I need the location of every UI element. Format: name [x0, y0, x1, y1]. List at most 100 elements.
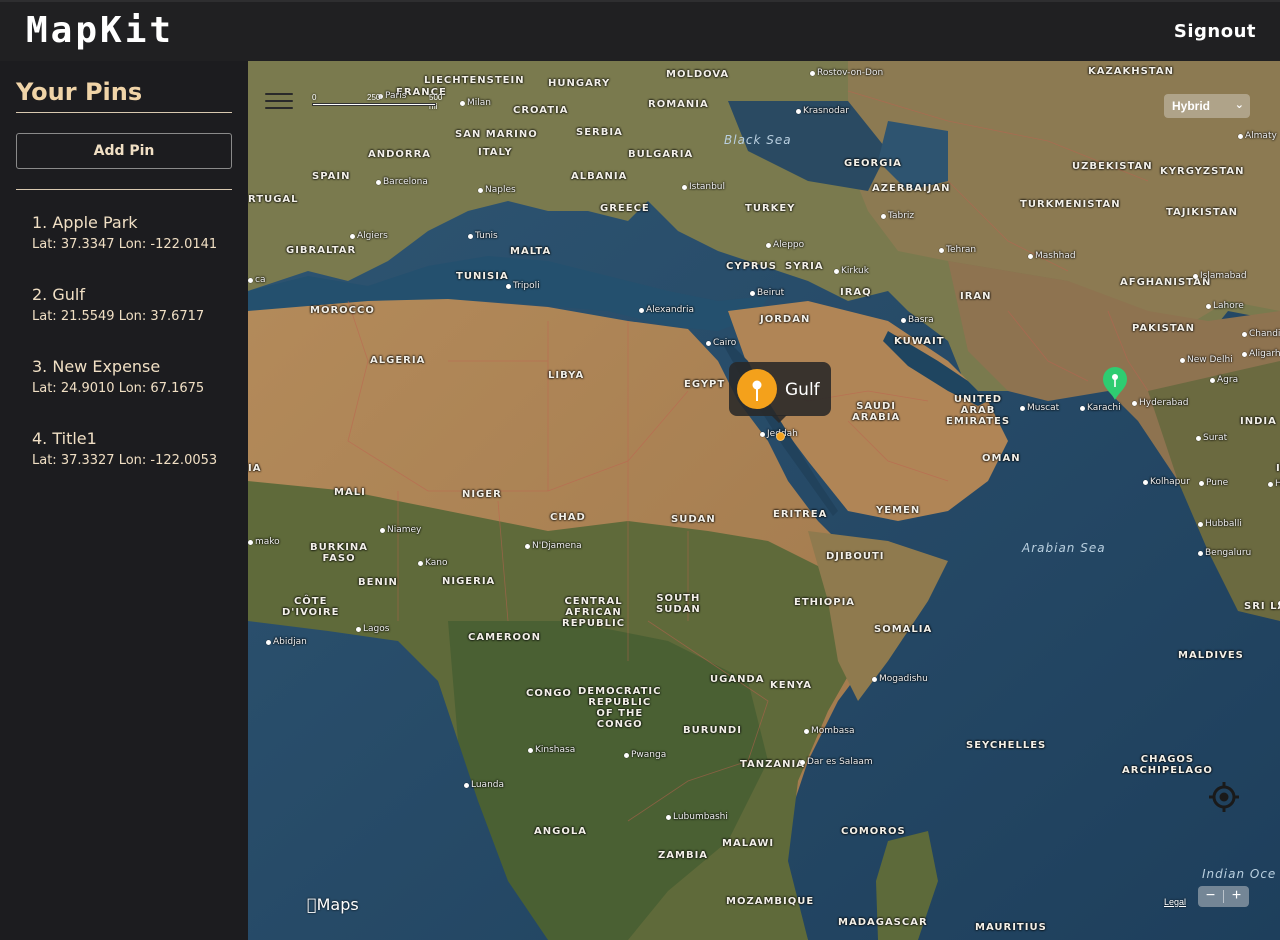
chevron-down-icon: ⌄	[1234, 99, 1244, 111]
pin-list-item[interactable]: 2. Gulf Lat: 21.5549 Lon: 37.6717	[32, 285, 242, 357]
city-dot	[1180, 358, 1185, 363]
sea-label: Arabian Sea	[1022, 541, 1106, 555]
country-label: GREECE	[600, 203, 650, 214]
country-label: SOMALIA	[874, 624, 933, 635]
country-label: BURUNDI	[683, 725, 742, 736]
signout-button[interactable]: Signout	[1174, 21, 1256, 42]
country-label: TANZANIA	[740, 759, 805, 770]
map-pin-gulf[interactable]	[776, 432, 785, 441]
city-label: Milan	[467, 98, 491, 108]
city-label: Tehran	[946, 245, 977, 255]
country-label: IA	[1276, 463, 1280, 474]
country-label: SOUTH SUDAN	[656, 593, 701, 615]
pin-name: 1. Apple Park	[32, 213, 138, 232]
zoom-out-button[interactable]: −	[1198, 886, 1223, 907]
country-label: JORDAN	[760, 314, 811, 325]
add-pin-button[interactable]: Add Pin	[16, 133, 232, 169]
city-label: mako	[255, 537, 280, 547]
sidebar: Your Pins Add Pin 1. Apple Park Lat: 37.…	[0, 61, 248, 940]
country-label: SEYCHELLES	[966, 740, 1047, 751]
city-label: Barcelona	[383, 177, 428, 187]
city-label: Hydera	[1275, 479, 1280, 489]
zoom-in-button[interactable]: +	[1224, 886, 1249, 907]
city-dot	[1242, 352, 1247, 357]
country-label: CAMEROON	[468, 632, 541, 643]
city-dot	[804, 729, 809, 734]
country-label: UZBEKISTAN	[1072, 161, 1153, 172]
city-dot	[1199, 481, 1204, 486]
country-label: YEMEN	[876, 505, 921, 516]
legal-link[interactable]: Legal	[1164, 897, 1186, 907]
country-label: SAN MARINO	[455, 129, 538, 140]
city-label: Niamey	[387, 525, 422, 535]
maps-logo-text: Maps	[307, 895, 359, 914]
country-label: CENTRAL AFRICAN REPUBLIC	[562, 596, 626, 629]
pin-list-item[interactable]: 1. Apple Park Lat: 37.3347 Lon: -122.014…	[32, 213, 242, 285]
city-label: Krasnodar	[803, 106, 849, 116]
city-label: New Delhi	[1187, 355, 1233, 365]
city-dot	[248, 278, 253, 283]
city-dot	[750, 291, 755, 296]
country-label: DEMOCRATIC REPUBLIC OF THE CONGO	[578, 686, 662, 730]
locate-icon[interactable]	[1208, 781, 1240, 813]
top-bar: MapKit Signout	[0, 0, 1280, 61]
country-label: TURKMENISTAN	[1020, 199, 1121, 210]
city-dot	[266, 640, 271, 645]
country-label: MOLDOVA	[666, 69, 730, 80]
country-label: KUWAIT	[894, 336, 945, 347]
country-label: ERITREA	[773, 509, 828, 520]
city-label: Aleppo	[773, 240, 805, 250]
city-dot	[1080, 406, 1085, 411]
country-label: TURKEY	[745, 203, 796, 214]
country-label: INDIA	[1240, 416, 1277, 427]
city-dot	[939, 248, 944, 253]
city-label: Dar es Salaam	[807, 757, 873, 767]
city-label: Kinshasa	[535, 745, 576, 755]
country-label: EGYPT	[684, 379, 726, 390]
city-label: Chandigar	[1249, 329, 1280, 339]
pin-callout[interactable]: Gulf	[729, 362, 831, 423]
city-dot	[760, 432, 765, 437]
city-dot	[800, 760, 805, 765]
city-label: Lahore	[1213, 301, 1244, 311]
city-label: Karachi	[1087, 403, 1121, 413]
country-label: ANDORRA	[368, 149, 432, 160]
city-label: ca	[255, 275, 266, 285]
pin-list-item[interactable]: 4. Title1 Lat: 37.3327 Lon: -122.0053	[32, 429, 242, 501]
map-satellite-background	[248, 61, 1280, 940]
sidebar-title: Your Pins	[16, 78, 143, 106]
country-label: KYRGYZSTAN	[1160, 166, 1245, 177]
city-label: Alexandria	[646, 305, 695, 315]
country-label: KAZAKHSTAN	[1088, 66, 1174, 77]
menu-icon[interactable]	[265, 93, 293, 111]
city-label: Pwanga	[631, 750, 667, 760]
map-pin-new-expense[interactable]	[1101, 366, 1129, 402]
city-dot	[460, 101, 465, 106]
map-type-value: Hybrid	[1172, 99, 1211, 113]
city-label: Beirut	[757, 288, 785, 298]
city-label: Tripoli	[513, 281, 540, 291]
map-type-select[interactable]: Hybrid ⌄	[1164, 94, 1250, 118]
city-dot	[1020, 406, 1025, 411]
city-dot	[1143, 480, 1148, 485]
country-label: ANGOLA	[534, 826, 587, 837]
city-dot	[350, 234, 355, 239]
pin-list-item[interactable]: 3. New Expense Lat: 24.9010 Lon: 67.1675	[32, 357, 242, 429]
city-dot	[810, 71, 815, 76]
country-label: ITALY	[478, 147, 513, 158]
country-label: BURKINA FASO	[310, 542, 369, 564]
city-dot	[1268, 482, 1273, 487]
city-dot	[1206, 304, 1211, 309]
city-dot	[1132, 401, 1137, 406]
country-label: BULGARIA	[628, 149, 694, 160]
city-dot	[872, 677, 877, 682]
city-label: Kolhapur	[1150, 477, 1190, 487]
city-label: Islamabad	[1200, 271, 1247, 281]
city-dot	[468, 234, 473, 239]
country-label: MAURITIUS	[975, 922, 1047, 933]
city-label: N'Djamena	[532, 541, 582, 551]
country-label: UNITED ARAB EMIRATES	[946, 394, 1011, 427]
city-dot	[1193, 274, 1198, 279]
app-logo: MapKit	[26, 10, 175, 51]
map-view[interactable]: FRANCE LIECHTENSTEIN HUNGARY MOLDOVA KAZAKHS…	[248, 61, 1280, 940]
